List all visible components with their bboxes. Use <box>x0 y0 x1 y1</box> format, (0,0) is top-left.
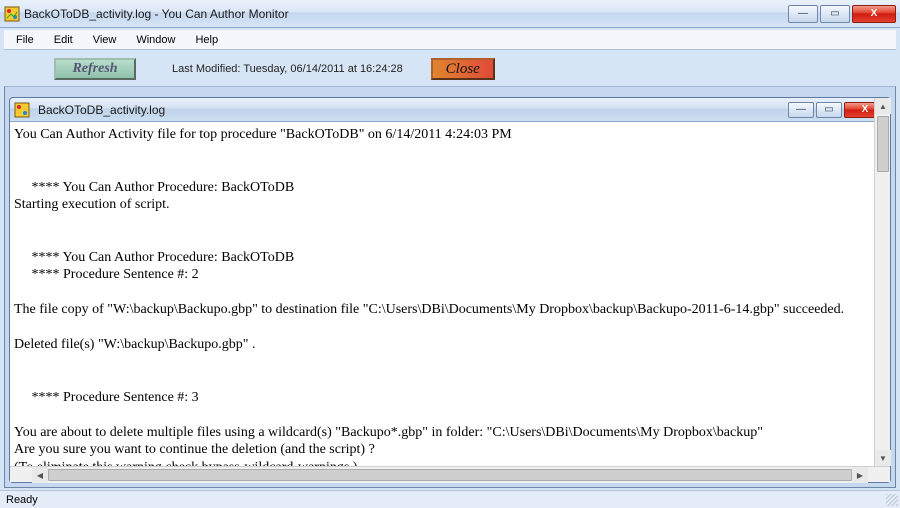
child-window: BackOToDB_activity.log — ▭ X You Can Aut… <box>9 97 891 483</box>
horizontal-scrollbar[interactable]: ◀ ▶ <box>10 466 890 482</box>
outer-maximize-button[interactable]: ▭ <box>820 5 850 23</box>
last-modified-label: Last Modified: Tuesday, 06/14/2011 at 16… <box>172 63 403 75</box>
outer-minimize-button[interactable]: — <box>788 5 818 23</box>
menu-edit[interactable]: Edit <box>46 32 81 48</box>
scroll-right-button[interactable]: ▶ <box>852 467 868 483</box>
horizontal-scroll-thumb[interactable] <box>48 469 852 481</box>
child-maximize-button[interactable]: ▭ <box>816 102 842 118</box>
menu-bar: File Edit View Window Help <box>4 30 896 50</box>
toolbar: Refresh Last Modified: Tuesday, 06/14/20… <box>4 52 896 86</box>
outer-window-titlebar: BackOToDB_activity.log - You Can Author … <box>0 0 900 28</box>
scroll-down-button[interactable]: ▼ <box>875 450 891 466</box>
child-window-title: BackOToDB_activity.log <box>38 103 786 117</box>
vertical-scroll-thumb[interactable] <box>877 116 889 172</box>
app-icon <box>4 6 20 22</box>
menu-help[interactable]: Help <box>187 32 226 48</box>
menu-window[interactable]: Window <box>128 32 183 48</box>
status-text: Ready <box>6 494 38 506</box>
mdi-client-area: BackOToDB_activity.log — ▭ X You Can Aut… <box>4 86 896 488</box>
menu-view[interactable]: View <box>85 32 125 48</box>
child-app-icon <box>14 102 30 118</box>
resize-grip-icon[interactable] <box>886 494 898 506</box>
outer-close-button[interactable]: X <box>852 5 896 23</box>
child-window-titlebar[interactable]: BackOToDB_activity.log — ▭ X <box>10 98 890 122</box>
vertical-scrollbar[interactable]: ▲ ▼ <box>874 98 890 466</box>
status-bar: Ready <box>0 490 900 508</box>
outer-window-title: BackOToDB_activity.log - You Can Author … <box>24 7 786 21</box>
menu-file[interactable]: File <box>8 32 42 48</box>
child-window-controls: — ▭ X <box>786 102 886 118</box>
outer-window-controls: — ▭ X <box>786 5 896 23</box>
refresh-button[interactable]: Refresh <box>54 58 136 80</box>
close-button[interactable]: Close <box>431 58 495 80</box>
scroll-up-button[interactable]: ▲ <box>875 98 891 114</box>
horizontal-scroll-track[interactable] <box>48 467 852 483</box>
scroll-left-button[interactable]: ◀ <box>32 467 48 483</box>
log-text-area[interactable]: You Can Author Activity file for top pro… <box>10 122 890 466</box>
child-minimize-button[interactable]: — <box>788 102 814 118</box>
